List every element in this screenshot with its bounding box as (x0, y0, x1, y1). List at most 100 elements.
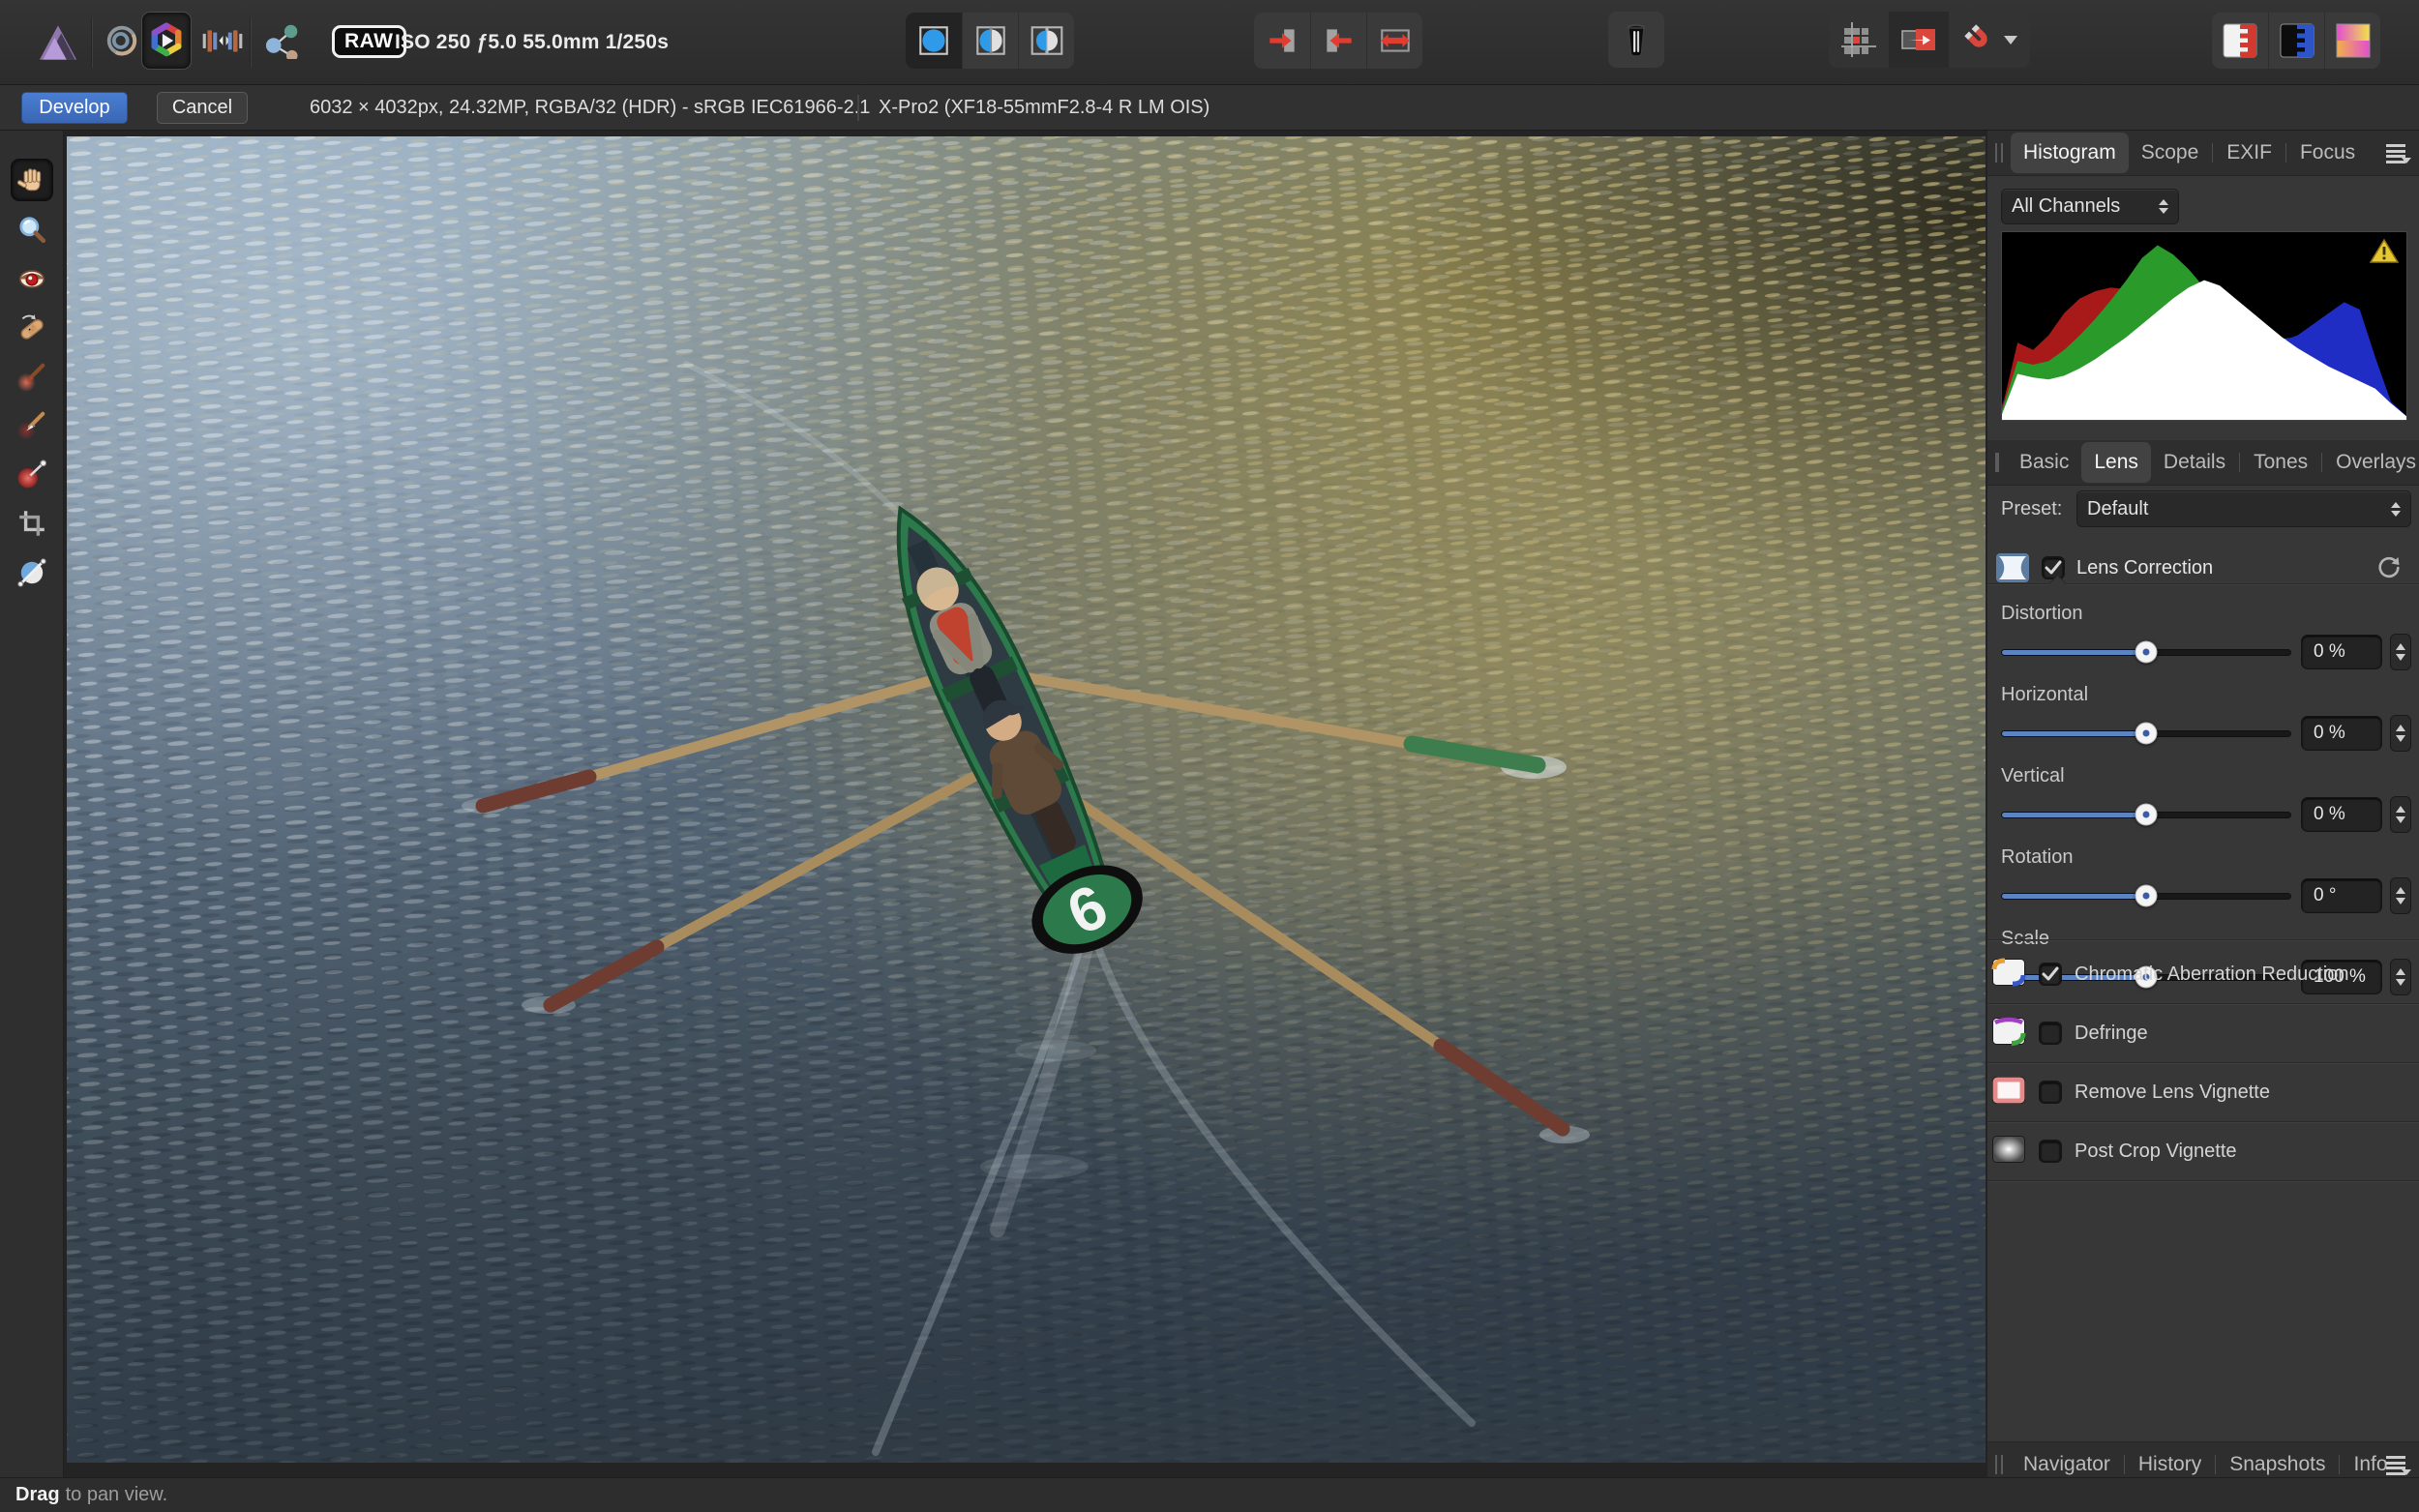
highlight-clipping-button[interactable] (2212, 13, 2268, 69)
stepper-down-icon[interactable] (2396, 898, 2405, 904)
horizontal-value[interactable]: 0 % (2301, 716, 2382, 751)
copy-after-before-button[interactable] (1310, 13, 1366, 69)
panel-menu-icon[interactable] (2386, 144, 2411, 163)
tab-exif[interactable]: EXIF (2214, 133, 2285, 173)
chromatic-aberration-reduction-checkbox[interactable] (2039, 963, 2062, 986)
stepper-up-icon[interactable] (2396, 643, 2405, 650)
canvas-photo[interactable]: 6 (67, 136, 1986, 1463)
develop-button[interactable]: Develop (21, 92, 128, 124)
reset-icon[interactable] (2376, 555, 2402, 580)
stepper-up-icon[interactable] (2396, 725, 2405, 731)
option-defringe: Defringe (1987, 1004, 2419, 1062)
vertical-stepper[interactable] (2390, 796, 2411, 833)
highlight-clipping-icon (2221, 21, 2259, 60)
tab-focus[interactable]: Focus (2287, 133, 2368, 173)
main-area: 6 HistogramScopeEXIFFocus All Channels (0, 131, 2419, 1477)
stepper-down-icon[interactable] (2396, 816, 2405, 823)
shadow-clipping-button[interactable] (2268, 13, 2324, 69)
overlay-paint-tool-button[interactable] (11, 355, 53, 398)
distortion-slider[interactable] (2001, 649, 2291, 656)
single-view-button[interactable] (906, 13, 962, 69)
copy-after-before-icon (1321, 22, 1358, 59)
vertical-value[interactable]: 0 % (2301, 797, 2382, 832)
option-remove-lens-vignette: Remove Lens Vignette (1987, 1063, 2419, 1121)
camera-lens-info: X-Pro2 (XF18-55mmF2.8-4 R LM OIS) (879, 85, 1210, 131)
rotation-value[interactable]: 0 ° (2301, 878, 2382, 913)
mirror-view-button[interactable] (1018, 13, 1074, 69)
snapping-magnet-icon (1961, 21, 1998, 58)
panel-grip[interactable] (1995, 1455, 2003, 1474)
distortion-slider-thumb[interactable] (2135, 641, 2158, 664)
horizontal-slider[interactable] (2001, 730, 2291, 737)
overlay-erase-tool-button[interactable] (11, 403, 53, 446)
defringe-label: Defringe (2075, 1023, 2148, 1045)
horizontal-stepper[interactable] (2390, 715, 2411, 752)
liquify-persona-button[interactable] (97, 12, 147, 70)
tab-lens[interactable]: Lens (2081, 442, 2151, 483)
slider-fill (2002, 813, 2146, 817)
swap-before-after-button[interactable] (1366, 13, 1422, 69)
slider-fill (2002, 731, 2146, 736)
stepper-down-icon[interactable] (2396, 735, 2405, 742)
lens-correction-checkbox[interactable] (2042, 556, 2065, 579)
cancel-button[interactable]: Cancel (157, 92, 248, 124)
post-crop-vignette-checkbox[interactable] (2039, 1140, 2062, 1163)
preset-select[interactable]: Default (2076, 490, 2411, 527)
pincushion-distortion-icon (1995, 552, 2030, 583)
stepper-up-icon[interactable] (2396, 887, 2405, 894)
red-eye-removal-tool-button[interactable] (11, 257, 53, 300)
overlay-erase-tool-icon (16, 409, 47, 440)
tab-tones[interactable]: Tones (2241, 442, 2320, 483)
post-crop-vignette-thumb-icon (1991, 1135, 2026, 1169)
rotation-slider-thumb[interactable] (2135, 885, 2158, 907)
snapping-options-caret[interactable] (2004, 36, 2017, 44)
tab-overlays[interactable]: Overlays (2323, 442, 2419, 483)
info-divider (857, 95, 859, 121)
preset-select-value: Default (2087, 498, 2148, 520)
tab-basic[interactable]: Basic (2007, 442, 2081, 483)
panel-grip[interactable] (1995, 453, 1999, 472)
rotation-stepper[interactable] (2390, 877, 2411, 914)
panel-menu-icon[interactable] (2386, 1456, 2411, 1475)
straighten-tool-button[interactable] (11, 551, 53, 594)
option-post-crop-vignette: Post Crop Vignette (1987, 1122, 2419, 1180)
grid-button[interactable] (1829, 12, 1889, 68)
transform-origin-button[interactable] (1889, 12, 1949, 68)
horizontal-slider-thumb[interactable] (2135, 723, 2158, 745)
trash-button[interactable] (1608, 12, 1664, 68)
shadow-clipping-icon (2278, 21, 2316, 60)
blemish-removal-tool-button[interactable] (11, 306, 53, 348)
tab-divider (2212, 143, 2213, 163)
affinity-develop-window: RAW ISO 250 ƒ5.0 55.0mm 1/250s (0, 0, 2419, 1512)
copy-before-after-icon (1264, 22, 1300, 59)
split-view-button[interactable] (962, 13, 1018, 69)
tab-histogram[interactable]: Histogram (2011, 133, 2129, 173)
tab-scope[interactable]: Scope (2129, 133, 2212, 173)
view-tool-button[interactable] (11, 159, 53, 201)
channel-select[interactable]: All Channels (2001, 189, 2179, 224)
zoom-tool-button[interactable] (11, 208, 53, 251)
defringe-checkbox[interactable] (2039, 1022, 2062, 1045)
panel-grip[interactable] (1995, 143, 2003, 163)
distortion-stepper[interactable] (2390, 634, 2411, 670)
develop-persona-button[interactable] (141, 12, 192, 70)
copy-before-after-button[interactable] (1254, 13, 1310, 69)
remove-lens-vignette-label: Remove Lens Vignette (2075, 1082, 2270, 1104)
exif-summary: ISO 250 ƒ5.0 55.0mm 1/250s (395, 0, 669, 85)
channel-select-stepper (2159, 199, 2168, 214)
tone-clipping-button[interactable] (2324, 13, 2380, 69)
snapping-button[interactable] (1949, 12, 2030, 68)
tab-details[interactable]: Details (2151, 442, 2238, 483)
overlay-gradient-tool-button[interactable] (11, 453, 53, 495)
rotation-slider[interactable] (2001, 893, 2291, 900)
remove-lens-vignette-checkbox[interactable] (2039, 1081, 2062, 1104)
clipping-warning-icon[interactable] (2370, 238, 2399, 269)
vertical-slider-thumb[interactable] (2135, 804, 2158, 826)
vertical-slider[interactable] (2001, 812, 2291, 818)
stepper-down-icon[interactable] (2396, 654, 2405, 661)
distortion-value[interactable]: 0 % (2301, 635, 2382, 669)
export-persona-button[interactable] (255, 12, 306, 70)
stepper-up-icon[interactable] (2396, 806, 2405, 813)
tone-mapping-persona-button[interactable] (197, 12, 248, 70)
crop-tool-button[interactable] (11, 502, 53, 545)
